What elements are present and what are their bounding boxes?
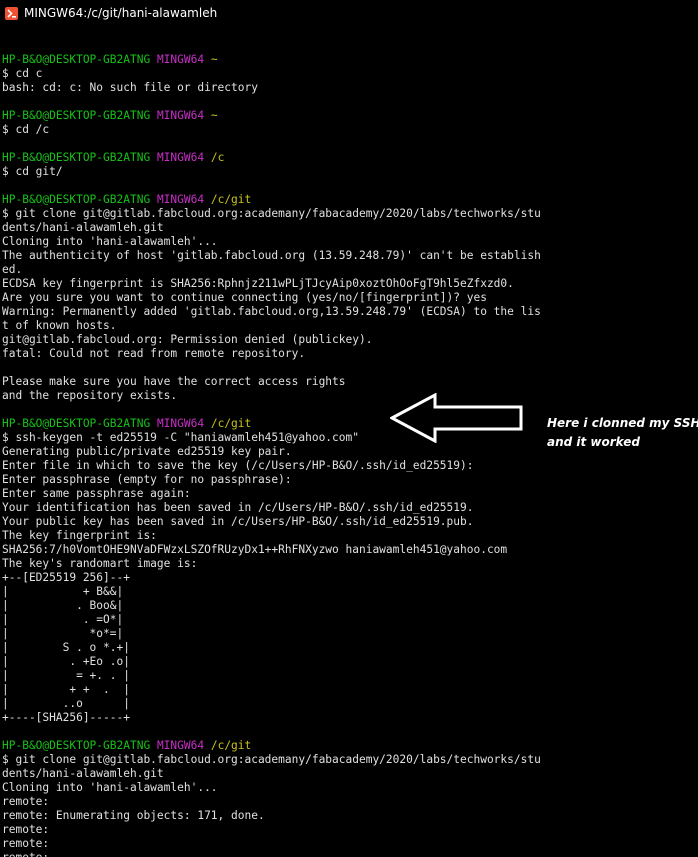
output-line: remote: bbox=[2, 851, 696, 857]
output-line: and the repository exists. bbox=[2, 389, 178, 402]
prompt-shell: MINGW64 bbox=[156, 417, 205, 430]
prompt-path: ~ bbox=[210, 53, 218, 66]
output-line: | . +Eo .o| bbox=[2, 655, 130, 668]
prompt-shell: MINGW64 bbox=[156, 193, 205, 206]
output-line: $ git clone git@gitlab.fabcloud.org:acad… bbox=[2, 207, 541, 220]
output-line: dents/hani-alawamleh.git bbox=[2, 221, 164, 234]
output-line: Cloning into 'hani-alawamleh'... bbox=[2, 781, 218, 794]
prompt-line: HP-B&O@DESKTOP-GB2ATNG MINGW64 ~ bbox=[2, 109, 696, 123]
prompt-shell: MINGW64 bbox=[156, 53, 205, 66]
output-line: +----[SHA256]-----+ bbox=[2, 711, 130, 724]
output-line: Enter file in which to save the key (/c/… bbox=[2, 459, 474, 472]
output-line: remote: bbox=[2, 795, 50, 808]
output-line: | ..o | bbox=[2, 697, 130, 710]
output-line: $ cd git/ bbox=[2, 165, 63, 178]
annotation-line-1: Here i clonned my SSH bbox=[547, 416, 698, 430]
output-line: $ cd c bbox=[2, 67, 43, 80]
prompt-shell: MINGW64 bbox=[156, 739, 205, 752]
output-line: Are you sure you want to continue connec… bbox=[2, 291, 487, 304]
prompt-path: /c bbox=[210, 151, 225, 164]
output-line: $ cd /c bbox=[2, 123, 50, 136]
prompt-user: HP-B&O@DESKTOP-GB2ATNG bbox=[2, 417, 151, 430]
output-line: bash: cd: c: No such file or directory bbox=[2, 81, 258, 94]
output-line: Enter passphrase (empty for no passphras… bbox=[2, 473, 292, 486]
title-bar: MINGW64:/c/git/hani-alawamleh bbox=[0, 0, 698, 26]
output-line: Cloning into 'hani-alawamleh'... bbox=[2, 235, 218, 248]
prompt-line: HP-B&O@DESKTOP-GB2ATNG MINGW64 /c bbox=[2, 151, 696, 165]
output-line: t of known hosts. bbox=[2, 319, 117, 332]
output-line: Your identification has been saved in /c… bbox=[2, 501, 474, 514]
prompt-line: HP-B&O@DESKTOP-GB2ATNG MINGW64 ~ bbox=[2, 53, 696, 67]
prompt-path: /c/git bbox=[210, 739, 252, 752]
prompt-user: HP-B&O@DESKTOP-GB2ATNG bbox=[2, 151, 151, 164]
prompt-user: HP-B&O@DESKTOP-GB2ATNG bbox=[2, 109, 151, 122]
output-line: remote: bbox=[2, 837, 50, 850]
output-line: ECDSA key fingerprint is SHA256:Rphnjz21… bbox=[2, 277, 514, 290]
prompt-user: HP-B&O@DESKTOP-GB2ATNG bbox=[2, 53, 151, 66]
annotation-line-2: and it worked bbox=[547, 435, 640, 449]
output-line: Your public key has been saved in /c/Use… bbox=[2, 515, 474, 528]
output-line: The authenticity of host 'gitlab.fabclou… bbox=[2, 249, 541, 262]
prompt-path: /c/git bbox=[210, 417, 252, 430]
prompt-shell: MINGW64 bbox=[156, 151, 205, 164]
prompt-shell: MINGW64 bbox=[156, 109, 205, 122]
output-line: SHA256:7/h0VomtOHE9NVaDFWzxLSZOfRUzyDx1+… bbox=[2, 543, 508, 556]
output-line: The key fingerprint is: bbox=[2, 529, 157, 542]
prompt-user: HP-B&O@DESKTOP-GB2ATNG bbox=[2, 193, 151, 206]
output-line: | + + . | bbox=[2, 683, 130, 696]
prompt-path: /c/git bbox=[210, 193, 252, 206]
prompt-line: HP-B&O@DESKTOP-GB2ATNG MINGW64 /c/git bbox=[2, 193, 696, 207]
window-title: MINGW64:/c/git/hani-alawamleh bbox=[24, 6, 218, 20]
output-line: | . =O*| bbox=[2, 613, 124, 626]
annotation-text: Here i clonned my SSH and it worked bbox=[547, 414, 698, 452]
output-line: | + B&&| bbox=[2, 585, 124, 598]
output-line: +--[ED25519 256]--+ bbox=[2, 571, 130, 584]
output-line: Enter same passphrase again: bbox=[2, 487, 191, 500]
prompt-line: HP-B&O@DESKTOP-GB2ATNG MINGW64 /c/git bbox=[2, 739, 696, 753]
output-line: Please make sure you have the correct ac… bbox=[2, 375, 346, 388]
prompt-user: HP-B&O@DESKTOP-GB2ATNG bbox=[2, 739, 151, 752]
output-line: | . Boo&| bbox=[2, 599, 124, 612]
output-line: $ git clone git@gitlab.fabcloud.org:acad… bbox=[2, 753, 541, 766]
output-line: dents/hani-alawamleh.git bbox=[2, 767, 164, 780]
output-line: remote: bbox=[2, 823, 50, 836]
output-line: | *o*=| bbox=[2, 627, 124, 640]
git-bash-icon bbox=[5, 6, 18, 20]
left-arrow-icon bbox=[390, 393, 523, 443]
output-line: git@gitlab.fabcloud.org: Permission deni… bbox=[2, 333, 373, 346]
output-line: fatal: Could not read from remote reposi… bbox=[2, 347, 306, 360]
output-line: | S . o *.+| bbox=[2, 641, 130, 654]
output-line: | = +. . | bbox=[2, 669, 130, 682]
output-line: ed. bbox=[2, 263, 23, 276]
output-line: The key's randomart image is: bbox=[2, 557, 198, 570]
terminal-window: MINGW64:/c/git/hani-alawamleh HP-B&O@DES… bbox=[0, 0, 698, 857]
output-line: remote: Enumerating objects: 171, done. bbox=[2, 809, 265, 822]
output-line: Warning: Permanently added 'gitlab.fabcl… bbox=[2, 305, 541, 318]
prompt-path: ~ bbox=[210, 109, 218, 122]
